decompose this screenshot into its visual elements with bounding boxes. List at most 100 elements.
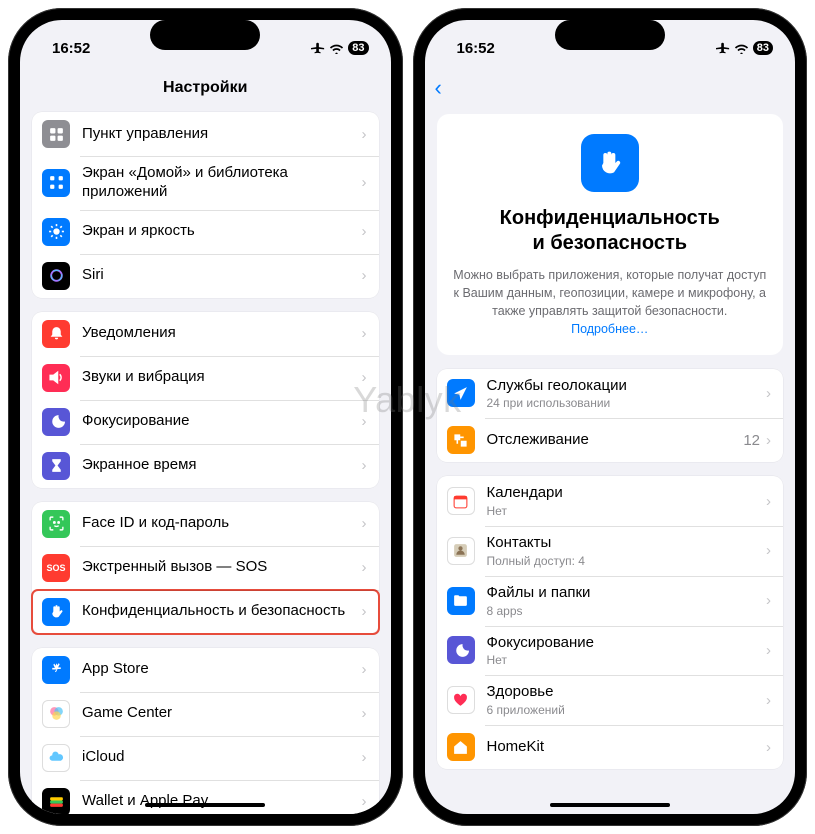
row-label: Экранное время — [82, 456, 356, 475]
settings-group-1: Пункт управления › Экран «Домой» и библи… — [32, 112, 379, 298]
home-icon — [447, 733, 475, 761]
row-location-services[interactable]: Службы геолокации 24 при использовании › — [437, 369, 784, 419]
hand-icon — [581, 134, 639, 192]
row-label: Звуки и вибрация — [82, 368, 356, 387]
control-center-icon — [42, 120, 70, 148]
row-notifications[interactable]: Уведомления › — [32, 312, 379, 356]
chevron-right-icon: › — [362, 515, 367, 532]
row-label: Face ID и код-пароль — [82, 514, 356, 533]
row-focus-privacy[interactable]: Фокусирование Нет › — [437, 626, 784, 676]
hero-title: Конфиденциальность и безопасность — [453, 206, 768, 256]
row-wallet[interactable]: Wallet и Apple Pay › — [32, 780, 379, 815]
settings-group-2: Уведомления › Звуки и вибрация › Фокусир… — [32, 312, 379, 488]
row-siri[interactable]: Siri › — [32, 254, 379, 298]
status-indicators: 83 — [716, 41, 773, 55]
phone-right: 16:52 83 ‹ Конфиденциальность и безопасн… — [413, 8, 808, 826]
face-id-icon — [42, 510, 70, 538]
row-contacts[interactable]: Контакты Полный доступ: 4 › — [437, 526, 784, 576]
chevron-right-icon: › — [766, 642, 771, 659]
moon-icon — [42, 408, 70, 436]
chevron-right-icon: › — [766, 592, 771, 609]
row-face-id[interactable]: Face ID и код-пароль › — [32, 502, 379, 546]
phone-left: 16:52 83 Настройки Пункт управления › Эк… — [8, 8, 403, 826]
privacy-hero: Конфиденциальность и безопасность Можно … — [437, 114, 784, 355]
brightness-icon — [42, 218, 70, 246]
row-label: Пункт управления — [82, 125, 356, 144]
wallet-icon — [42, 788, 70, 815]
icloud-icon — [42, 744, 70, 772]
row-sos[interactable]: SOS Экстренный вызов — SOS › — [32, 546, 379, 590]
settings-group-3: Face ID и код-пароль › SOS Экстренный вы… — [32, 502, 379, 634]
row-sublabel: Нет — [487, 653, 761, 667]
row-game-center[interactable]: Game Center › — [32, 692, 379, 736]
bell-icon — [42, 320, 70, 348]
row-label: Здоровье — [487, 683, 761, 702]
row-sublabel: Полный доступ: 4 — [487, 554, 761, 568]
battery-indicator: 83 — [753, 41, 773, 55]
row-icloud[interactable]: iCloud › — [32, 736, 379, 780]
chevron-right-icon: › — [362, 267, 367, 284]
chevron-right-icon: › — [766, 692, 771, 709]
row-display[interactable]: Экран и яркость › — [32, 210, 379, 254]
privacy-group-1: Службы геолокации 24 при использовании ›… — [437, 369, 784, 463]
hourglass-icon — [42, 452, 70, 480]
row-app-store[interactable]: App Store › — [32, 648, 379, 692]
settings-group-4: App Store › Game Center › iCloud › Walle… — [32, 648, 379, 815]
row-sublabel: Нет — [487, 504, 761, 518]
back-button[interactable]: ‹ — [435, 75, 442, 101]
row-label: Экран «Домой» и библиотека приложений — [82, 164, 356, 202]
battery-indicator: 83 — [348, 41, 368, 55]
row-sublabel: 24 при использовании — [487, 396, 761, 410]
row-label: Фокусирование — [487, 634, 761, 653]
home-indicator[interactable] — [550, 803, 670, 807]
row-label: Конфиденциальность и безопасность — [82, 602, 356, 621]
row-privacy[interactable]: Конфиденциальность и безопасность › — [32, 590, 379, 634]
speaker-icon — [42, 364, 70, 392]
row-calendars[interactable]: Календари Нет › — [437, 476, 784, 526]
row-sublabel: 8 apps — [487, 604, 761, 618]
moon-icon — [447, 636, 475, 664]
row-label: iCloud — [82, 748, 356, 767]
row-label: Экран и яркость — [82, 222, 356, 241]
row-sounds[interactable]: Звуки и вибрация › — [32, 356, 379, 400]
row-label: Wallet и Apple Pay — [82, 792, 356, 811]
chevron-right-icon: › — [362, 413, 367, 430]
row-tracking[interactable]: Отслеживание 12 › — [437, 418, 784, 462]
chevron-right-icon: › — [766, 432, 771, 449]
row-label: HomeKit — [487, 738, 761, 757]
row-label: Файлы и папки — [487, 584, 761, 603]
row-screen-time[interactable]: Экранное время › — [32, 444, 379, 488]
row-files[interactable]: Файлы и папки 8 apps › — [437, 576, 784, 626]
chevron-right-icon: › — [362, 223, 367, 240]
page-title: Настройки — [163, 79, 247, 97]
status-time: 16:52 — [52, 40, 90, 57]
row-label: App Store — [82, 660, 356, 679]
row-label: Уведомления — [82, 324, 356, 343]
contacts-icon — [447, 537, 475, 565]
siri-icon — [42, 262, 70, 290]
location-icon — [447, 379, 475, 407]
app-store-icon — [42, 656, 70, 684]
row-label: Календари — [487, 484, 761, 503]
row-focus[interactable]: Фокусирование › — [32, 400, 379, 444]
heart-icon — [447, 686, 475, 714]
row-home-screen[interactable]: Экран «Домой» и библиотека приложений › — [32, 156, 379, 210]
row-control-center[interactable]: Пункт управления › — [32, 112, 379, 156]
nav-bar: Настройки — [20, 68, 391, 108]
airplane-icon — [716, 41, 730, 55]
dynamic-island — [555, 20, 665, 50]
home-indicator[interactable] — [145, 803, 265, 807]
learn-more-link[interactable]: Подробнее… — [571, 322, 648, 336]
chevron-right-icon: › — [362, 325, 367, 342]
chevron-right-icon: › — [362, 705, 367, 722]
row-homekit[interactable]: HomeKit › — [437, 725, 784, 769]
hand-icon — [42, 598, 70, 626]
row-sublabel: 6 приложений — [487, 703, 761, 717]
row-health[interactable]: Здоровье 6 приложений › — [437, 675, 784, 725]
chevron-right-icon: › — [766, 542, 771, 559]
row-label: Game Center — [82, 704, 356, 723]
tracking-icon — [447, 426, 475, 454]
dynamic-island — [150, 20, 260, 50]
privacy-group-2: Календари Нет › Контакты Полный доступ: … — [437, 476, 784, 769]
chevron-right-icon: › — [766, 493, 771, 510]
